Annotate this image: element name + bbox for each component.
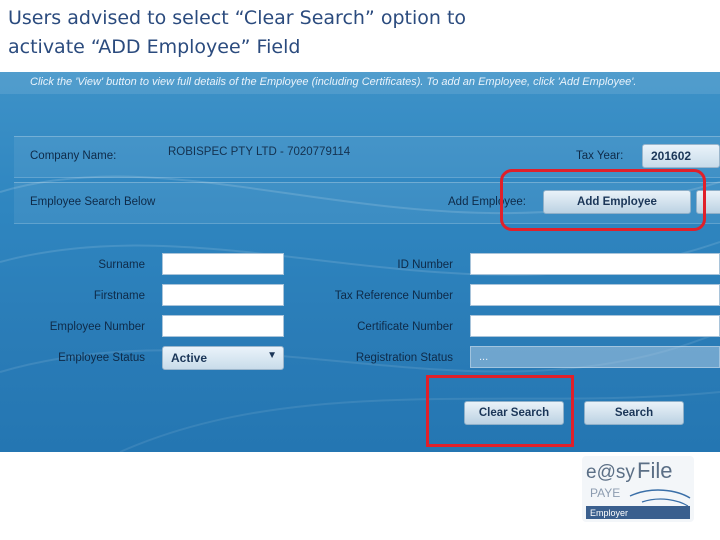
certificate-number-input[interactable]	[470, 315, 720, 337]
employee-search-label: Employee Search Below	[30, 196, 156, 208]
tax-year-label: Tax Year:	[576, 150, 624, 162]
svg-text:PAYE: PAYE	[590, 486, 620, 500]
employee-status-value: Active	[171, 351, 208, 365]
certificate-number-label: Certificate Number	[357, 321, 453, 333]
employee-status-label: Employee Status	[58, 352, 145, 364]
employee-number-input[interactable]	[162, 315, 284, 337]
slide-title-line-2: activate “ADD Employee” Field	[8, 36, 301, 58]
id-number-input[interactable]	[470, 253, 720, 275]
add-employee-highlight	[500, 169, 706, 231]
tax-reference-number-input[interactable]	[470, 284, 720, 306]
svg-text:Employer: Employer	[590, 508, 628, 518]
employee-status-select[interactable]: Active ▼	[162, 346, 284, 370]
registration-status-field[interactable]: ...	[470, 346, 720, 368]
tax-year-value: 201602	[651, 149, 692, 163]
easyfile-logo-graphic: e@sy File PAYE Employer	[582, 456, 694, 522]
search-button[interactable]: Search	[584, 401, 684, 425]
firstname-label: Firstname	[93, 290, 145, 302]
surname-input[interactable]	[162, 253, 284, 275]
employee-search-panel: Click the 'View' button to view full det…	[0, 72, 720, 452]
tax-year-select[interactable]: 201602	[642, 144, 720, 168]
slide-title: Users advised to select “Clear Search” o…	[8, 4, 708, 62]
firstname-input[interactable]	[162, 284, 284, 306]
easyfile-logo: e@sy File PAYE Employer	[582, 456, 694, 522]
id-number-label: ID Number	[397, 259, 453, 271]
tax-reference-number-label: Tax Reference Number	[334, 290, 453, 302]
registration-status-label: Registration Status	[355, 352, 453, 364]
company-name-label: Company Name:	[30, 150, 117, 162]
dropdown-arrow-icon: ▼	[267, 350, 277, 361]
slide-title-line-1: Users advised to select “Clear Search” o…	[8, 7, 467, 29]
svg-text:File: File	[637, 458, 672, 483]
company-name-value: ROBISPEC PTY LTD - 7020779114	[168, 146, 351, 158]
surname-label: Surname	[98, 259, 145, 271]
info-strip: Click the 'View' button to view full det…	[0, 72, 720, 94]
svg-text:e@sy: e@sy	[586, 462, 635, 483]
employee-number-label: Employee Number	[49, 321, 145, 333]
clear-search-highlight	[426, 375, 574, 447]
info-text: Click the 'View' button to view full det…	[30, 76, 637, 88]
